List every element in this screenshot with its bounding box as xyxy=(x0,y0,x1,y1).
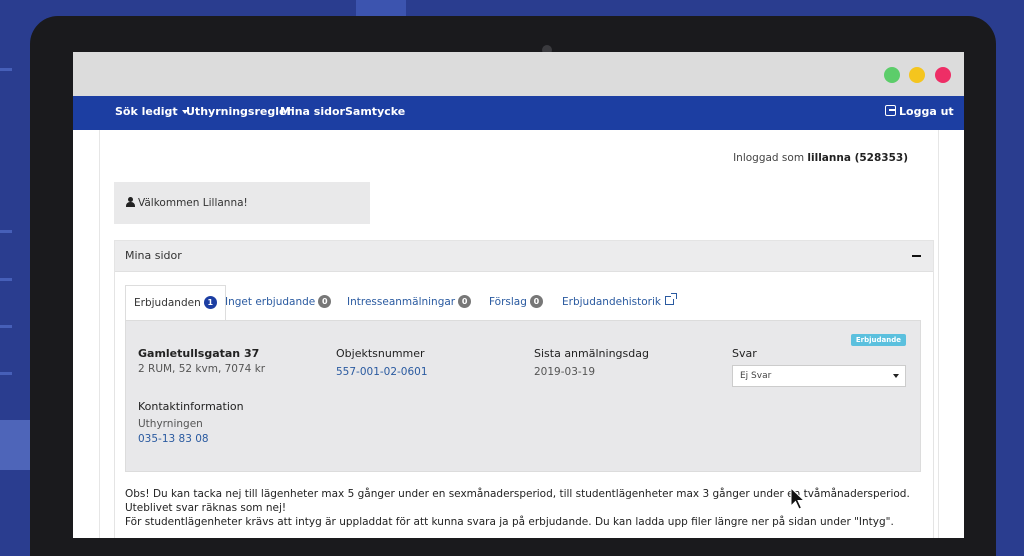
window-minimize-button[interactable] xyxy=(909,67,925,83)
contact-phone[interactable]: 035-13 83 08 xyxy=(138,433,209,445)
offer-address: Gamletullsgatan 37 xyxy=(138,347,260,360)
offer-details: 2 RUM, 52 kvm, 7074 kr xyxy=(138,363,266,375)
mina-sidor-panel: Mina sidor Erbjudanden 1 Inget erbjudande… xyxy=(114,240,934,538)
logout-button[interactable]: Logga ut xyxy=(885,105,954,118)
browser-window: Sök ledigt Uthyrningsregler Mina sidor S… xyxy=(73,52,964,538)
external-link-icon xyxy=(664,293,677,305)
contact-name: Uthyrningen xyxy=(138,418,203,430)
deadline-value: 2019-03-19 xyxy=(534,366,596,378)
background-panel xyxy=(0,420,32,470)
window-maximize-button[interactable] xyxy=(884,67,900,83)
tab-inget-erbjudande[interactable]: Inget erbjudande 0 xyxy=(225,285,332,321)
user-icon xyxy=(126,197,135,207)
contact-label: Kontaktinformation xyxy=(138,400,244,413)
tab-count-badge: 0 xyxy=(318,295,332,308)
answer-label: Svar xyxy=(732,347,757,360)
notice-line-2: För studentlägenheter krävs att intyg är… xyxy=(125,516,894,528)
dropdown-arrow-icon xyxy=(893,374,899,378)
window-close-button[interactable] xyxy=(935,67,951,83)
tab-bar: Erbjudanden 1 Inget erbjudande 0 Intressea… xyxy=(125,285,921,321)
tab-forslag[interactable]: Förslag 0 xyxy=(489,285,543,321)
logged-in-status: Inloggad som lillanna (528353) xyxy=(733,152,908,164)
window-titlebar xyxy=(73,52,964,96)
tab-intresseanmalningar[interactable]: Intresseanmälningar 0 xyxy=(347,285,472,321)
username: lillanna (528353) xyxy=(807,152,908,164)
tab-erbjudanden[interactable]: Erbjudanden 1 xyxy=(125,285,226,321)
status-badge: Erbjudande xyxy=(850,334,906,346)
logout-icon xyxy=(885,105,896,116)
panel-title: Mina sidor xyxy=(125,249,182,262)
object-number-label: Objektsnummer xyxy=(336,347,425,360)
tab-erbjudandehistorik[interactable]: Erbjudandehistorik xyxy=(562,285,677,321)
deadline-label: Sista anmälningsdag xyxy=(534,347,649,360)
main-nav: Sök ledigt Uthyrningsregler Mina sidor S… xyxy=(73,96,964,130)
background-decoration xyxy=(356,0,406,16)
welcome-box: Välkommen Lillanna! xyxy=(114,182,370,224)
tab-count-badge: 0 xyxy=(529,295,543,308)
object-number-link[interactable]: 557-001-02-0601 xyxy=(336,366,428,378)
answer-select[interactable]: Ej Svar xyxy=(732,365,906,387)
nav-item-mina-sidor[interactable]: Mina sidor xyxy=(280,105,345,118)
nav-item-uthyrningsregler[interactable]: Uthyrningsregler xyxy=(186,105,292,118)
collapse-icon[interactable] xyxy=(912,255,921,257)
offer-card: Erbjudande Gamletullsgatan 37 2 RUM, 52 … xyxy=(125,320,921,472)
nav-item-samtycke[interactable]: Samtycke xyxy=(345,105,405,118)
page-content: Inloggad som lillanna (528353) Välkommen… xyxy=(99,130,939,538)
panel-header[interactable]: Mina sidor xyxy=(115,241,933,272)
tab-count-badge: 0 xyxy=(458,295,472,308)
tab-count-badge: 1 xyxy=(203,296,217,309)
nav-item-sok-ledigt[interactable]: Sök ledigt xyxy=(115,105,188,118)
